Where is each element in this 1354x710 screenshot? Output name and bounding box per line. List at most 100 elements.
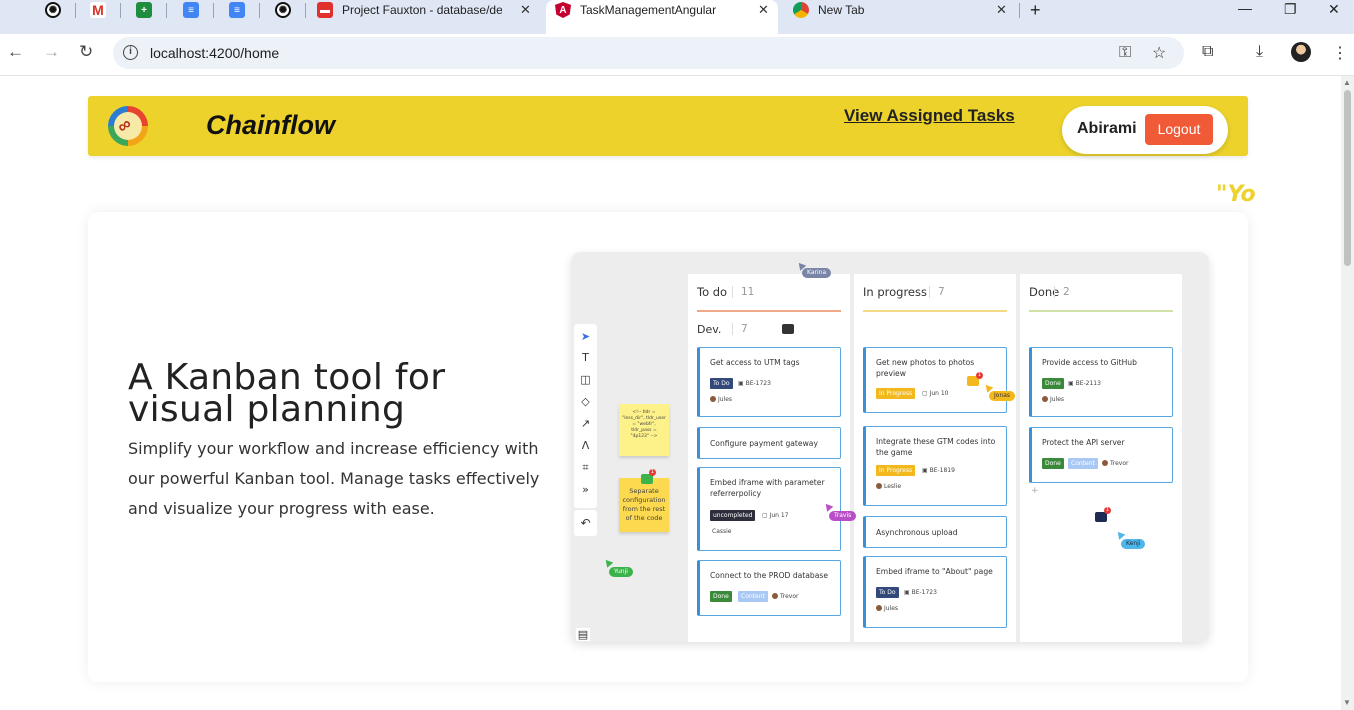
user-pill: Abirami Logout	[1062, 106, 1228, 154]
forward-arrow-icon[interactable]: →	[43, 42, 60, 62]
task-card: Configure payment gateway	[697, 427, 841, 459]
scrolling-quote: "Yo	[1216, 182, 1256, 207]
kanban-illustration: ➤ T ◫ ◇ ↗ Λ ⌗ » ↶ ▤ <!-- tldr = "less_di…	[571, 252, 1209, 642]
brand-name: Chainflow	[206, 110, 335, 140]
comment-icon	[782, 324, 794, 334]
column-count: 2	[1054, 286, 1070, 298]
column-title: In progress	[863, 285, 927, 299]
openai-icon: ✺	[45, 2, 61, 18]
cursor-label-yunji: Yunji	[609, 567, 633, 577]
column-todo: To do 11 Dev. 7 Get access to UTM tags T…	[688, 274, 850, 642]
tab-title: Project Fauxton - database/dem	[342, 3, 502, 17]
notification-badge: 1	[976, 372, 983, 379]
chain-link-icon: ∞	[113, 113, 136, 137]
user-name: Abirami	[1077, 120, 1137, 137]
column-done: Done 2 Provide access to GitHub Done ▣ B…	[1020, 274, 1182, 642]
column-title: To do	[697, 285, 728, 299]
task-card: Get access to UTM tags To Do ▣ BE-1723 J…	[697, 347, 841, 417]
column-in-progress: In progress 7 Get new photos to photos p…	[854, 274, 1016, 642]
scroll-down-icon[interactable]: ▼	[1343, 698, 1351, 707]
tab-docs-2[interactable]: ≡	[229, 0, 245, 20]
window-close-icon[interactable]: ✕	[1328, 1, 1340, 18]
line-icon: ↗	[580, 417, 591, 430]
pen-icon: Λ	[581, 439, 590, 452]
address-bar-row: ← → ↻ i localhost:4200/home ⚿ ☆ ⧉ ⤓ ⋮	[0, 34, 1354, 76]
hero-card: A Kanban tool for visual planning Simpli…	[88, 212, 1248, 682]
tab-openai-1[interactable]: ✺	[45, 0, 61, 20]
undo-icon: ↶	[574, 510, 597, 536]
tab-new-tab[interactable]: New Tab ✕	[793, 0, 1013, 20]
tab-title: New Tab	[818, 3, 865, 17]
docs-icon: ≡	[229, 2, 245, 18]
tab-title: TaskManagementAngular	[580, 3, 717, 17]
hero-title: A Kanban tool for visual planning	[128, 357, 446, 430]
code-sticky-note: <!-- tldr = "less_dir", tldr_user = "web…	[619, 404, 669, 456]
hero-description: Simplify your workflow and increase effi…	[128, 439, 540, 518]
bookmark-star-icon[interactable]: ☆	[1152, 43, 1166, 63]
couchdb-icon: ▬	[317, 2, 333, 18]
tab-sheets[interactable]: +	[136, 0, 152, 20]
chrome-icon	[793, 2, 809, 18]
column-count: 11	[732, 286, 754, 298]
tab-gmail[interactable]: M	[90, 0, 106, 20]
profile-avatar-icon[interactable]	[1291, 42, 1311, 62]
chainflow-logo[interactable]: ∞	[108, 106, 148, 146]
docs-icon: ≡	[183, 2, 199, 18]
new-tab-plus-icon[interactable]: +	[1030, 0, 1041, 21]
extensions-icon[interactable]: ⧉	[1202, 43, 1213, 61]
angular-icon: A	[555, 2, 571, 18]
reload-icon[interactable]: ↻	[79, 42, 93, 62]
scroll-up-icon[interactable]: ▲	[1343, 78, 1351, 87]
restore-icon[interactable]: ❐	[1284, 1, 1297, 18]
group-count: 7	[732, 323, 748, 335]
group-title: Dev.	[697, 323, 722, 336]
view-assigned-tasks-link[interactable]: View Assigned Tasks	[844, 106, 1015, 126]
page-scrollbar[interactable]: ▲ ▼	[1341, 76, 1354, 710]
shapes-icon: ◇	[581, 395, 590, 408]
whiteboard-toolbar: ➤ T ◫ ◇ ↗ Λ ⌗ »	[574, 324, 597, 508]
notification-badge: 1	[649, 469, 656, 476]
tab-taskmanagement[interactable]: A TaskManagementAngular ✕	[555, 0, 770, 20]
task-card: Integrate these GTM codes into the game …	[863, 426, 1007, 506]
task-card: Embed iframe to "About" page To Do ▣ BE-…	[863, 556, 1007, 628]
text-tool-icon: T	[582, 351, 589, 364]
tab-openai-2[interactable]: ✺	[275, 0, 291, 20]
menu-dots-icon[interactable]: ⋮	[1332, 43, 1348, 63]
sheets-icon: +	[136, 2, 152, 18]
page-content: ∞ Chainflow View Assigned Tasks Abirami …	[0, 76, 1341, 710]
close-icon[interactable]: ✕	[996, 2, 1007, 18]
pointer-icon: ➤	[580, 330, 591, 343]
frame-icon: ⌗	[582, 461, 589, 474]
sticky-note-icon: ◫	[580, 373, 591, 386]
config-sticky-note: Separate configuration from the rest of …	[619, 478, 669, 532]
add-card-plus-icon: +	[1031, 486, 1039, 496]
url-text: localhost:4200/home	[150, 45, 280, 61]
close-icon[interactable]: ✕	[520, 2, 531, 18]
scrollbar-thumb[interactable]	[1344, 90, 1351, 266]
tab-strip: ✺ M + ≡ ≡ ✺ ▬ Project Fauxton - database…	[0, 0, 1354, 34]
tab-fauxton[interactable]: ▬ Project Fauxton - database/dem ✕	[317, 0, 532, 20]
task-card: Get new photos to photos preview In Prog…	[863, 347, 1007, 413]
site-info-icon[interactable]: i	[123, 45, 138, 60]
task-card: Asynchronous upload	[863, 516, 1007, 548]
cursor-label-travis: Travis	[829, 511, 857, 521]
cursor-label-karina: Karina	[802, 268, 832, 278]
close-icon[interactable]: ✕	[758, 2, 769, 18]
download-icon[interactable]: ⤓	[1256, 43, 1263, 61]
cursor-label-kenji: Kenji	[1121, 539, 1146, 549]
back-arrow-icon[interactable]: ←	[7, 42, 24, 62]
minimize-icon[interactable]: —	[1238, 0, 1252, 16]
gmail-icon: M	[90, 2, 106, 18]
logout-button[interactable]: Logout	[1145, 114, 1213, 145]
task-card: Embed iframe with parameter referrerpoli…	[697, 467, 841, 551]
more-tools-icon: »	[582, 483, 589, 496]
key-icon[interactable]: ⚿	[1119, 44, 1131, 62]
tab-docs-1[interactable]: ≡	[183, 0, 199, 20]
task-card: Protect the API server Done Content Trev…	[1029, 427, 1173, 483]
column-count: 7	[929, 286, 945, 298]
panel-icon: ▤	[576, 628, 590, 641]
url-bar[interactable]: i localhost:4200/home ⚿ ☆	[113, 37, 1184, 69]
task-card: Provide access to GitHub Done ▣ BE-2113 …	[1029, 347, 1173, 417]
notification-badge: 1	[1104, 507, 1111, 514]
cursor-label-jonas: Jonas	[989, 391, 1016, 401]
